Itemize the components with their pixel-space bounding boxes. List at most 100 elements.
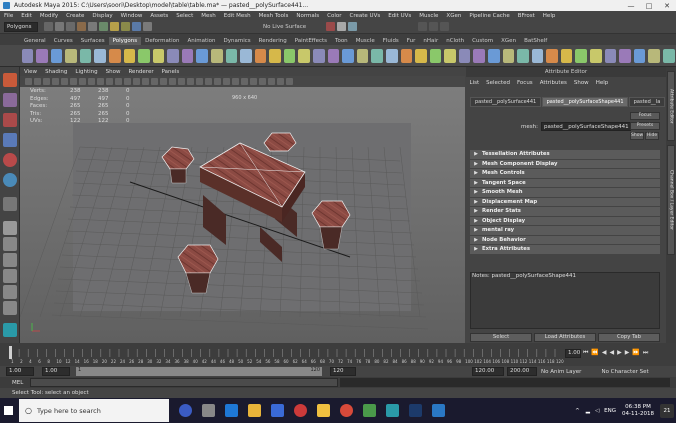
section-smooth-mesh[interactable]: ▶ Smooth Mesh — [470, 188, 660, 197]
section-mesh-controls[interactable]: ▶ Mesh Controls — [470, 169, 660, 178]
channel-box-toggle-icon[interactable] — [429, 22, 439, 31]
menu-item-create[interactable]: Create — [62, 13, 88, 19]
start-time-field[interactable]: 1.00 — [6, 367, 34, 376]
select-tool-icon[interactable] — [3, 73, 17, 87]
open-scene-icon[interactable] — [55, 22, 64, 31]
booleans-icon[interactable] — [240, 48, 252, 63]
smooth-shade-icon[interactable] — [151, 78, 158, 85]
xray-components-icon[interactable] — [259, 78, 266, 85]
section-mesh-component-display[interactable]: ▶ Mesh Component Display — [470, 159, 660, 168]
persp-graph-layout-icon[interactable] — [3, 285, 17, 299]
step-back-key-icon[interactable]: ⏪ — [591, 349, 598, 357]
network-icon[interactable]: ▂ — [586, 408, 590, 414]
sidebar-toggle-icon[interactable] — [418, 22, 428, 31]
auto-mapping-icon[interactable] — [604, 48, 617, 63]
reduce-icon[interactable] — [269, 48, 281, 63]
last-tool-icon[interactable] — [3, 197, 17, 211]
go-to-end-icon[interactable]: ⏭ — [643, 349, 648, 357]
merge-to-center-icon[interactable] — [444, 48, 456, 63]
isolate-select-icon[interactable] — [232, 78, 239, 85]
ae-menu-list[interactable]: List — [466, 80, 483, 86]
sculpt-icon[interactable] — [502, 48, 515, 63]
shelf-tab-curves[interactable]: Curves — [50, 37, 77, 45]
step-forward-frame-icon[interactable]: ▶ — [625, 349, 630, 357]
store-icon[interactable] — [271, 404, 284, 417]
shelf-tab-xgen[interactable]: XGen — [497, 37, 520, 45]
helix-icon[interactable] — [152, 48, 165, 63]
close-button[interactable]: ✕ — [658, 0, 676, 11]
focus-button[interactable]: Focus — [630, 112, 660, 120]
camera-attr-icon[interactable] — [34, 78, 41, 85]
menu-item-edit-uvs[interactable]: Edit UVs — [384, 13, 415, 19]
safe-action-icon[interactable] — [124, 78, 131, 85]
opera-icon[interactable] — [294, 404, 307, 417]
mirror-icon[interactable] — [546, 48, 558, 63]
shelf-tab-fluids[interactable]: Fluids — [379, 37, 403, 45]
fill-hole-icon[interactable] — [283, 48, 296, 63]
snap-point-icon[interactable] — [132, 22, 141, 31]
prism-icon[interactable] — [108, 48, 121, 63]
paint-select-tool-icon[interactable] — [3, 113, 17, 127]
side-tab-channel-box[interactable]: Channel Box / Layer Editor — [667, 145, 675, 255]
cylindrical-mapping-icon[interactable] — [575, 48, 588, 63]
language-indicator[interactable]: ENG — [604, 408, 616, 414]
field-chart-icon[interactable] — [115, 78, 122, 85]
select-component-icon[interactable] — [99, 22, 108, 31]
menu-item-create-uvs[interactable]: Create UVs — [346, 13, 385, 19]
viewport-menu-show[interactable]: Show — [102, 69, 125, 75]
shelf-tab-muscle[interactable]: Muscle — [352, 37, 379, 45]
menu-item-display[interactable]: Display — [88, 13, 116, 19]
play-backwards-icon[interactable]: ◀ — [610, 349, 615, 357]
cortana-icon[interactable] — [179, 404, 192, 417]
2d-pan-icon[interactable] — [61, 78, 68, 85]
extrude-icon[interactable] — [356, 48, 369, 63]
shelf-tab-fur[interactable]: Fur — [403, 37, 420, 45]
tray-chevron-icon[interactable]: ^ — [575, 408, 580, 414]
multisample-icon[interactable] — [214, 78, 221, 85]
clock[interactable]: 06:38 PM 04-11-2018 — [622, 404, 654, 418]
bridge-icon[interactable] — [371, 48, 383, 63]
shelf-tab-deformation[interactable]: Deformation — [141, 37, 183, 45]
textured-icon[interactable] — [169, 78, 176, 85]
mode-dropdown[interactable]: Polygons — [4, 21, 38, 32]
menu-item-modify[interactable]: Modify — [36, 13, 62, 19]
combine-icon[interactable] — [196, 48, 209, 63]
app-icon[interactable] — [363, 404, 376, 417]
side-tab-attribute-editor[interactable]: Attribute Editor — [667, 71, 675, 141]
exposure-icon[interactable] — [268, 78, 275, 85]
delete-edge-icon[interactable] — [429, 48, 442, 63]
persp-outliner-layout-icon[interactable] — [3, 269, 17, 283]
section-render-stats[interactable]: ▶ Render Stats — [470, 207, 660, 216]
menu-item-edit[interactable]: Edit — [17, 13, 36, 19]
show-button[interactable]: Show — [630, 132, 644, 140]
move-tool-icon[interactable] — [3, 133, 17, 147]
lasso-tool-icon[interactable] — [3, 93, 17, 107]
load-attributes-button[interactable]: Load Attributes — [534, 333, 596, 342]
render-settings-icon[interactable] — [348, 22, 358, 31]
notes-area[interactable] — [470, 272, 660, 329]
render-icon[interactable] — [326, 22, 336, 31]
section-mental-ray[interactable]: ▶ mental ray — [470, 226, 660, 235]
default-material-icon[interactable] — [160, 78, 167, 85]
use-all-lights-icon[interactable] — [178, 78, 185, 85]
play-forwards-icon[interactable]: ▶ — [617, 349, 622, 357]
ae-tab[interactable]: pasted__la — [628, 97, 665, 107]
file-explorer-icon[interactable] — [248, 404, 261, 417]
menu-item-mesh-tools[interactable]: Mesh Tools — [255, 13, 293, 19]
cone-icon[interactable] — [65, 48, 77, 63]
film-gate-icon[interactable] — [88, 78, 95, 85]
menu-item-muscie[interactable]: MuscIe — [415, 13, 442, 19]
step-forward-key-icon[interactable]: ⏩ — [632, 349, 639, 357]
edge-icon[interactable] — [225, 404, 238, 417]
split-icon[interactable] — [313, 48, 325, 63]
shelf-tab-custom[interactable]: Custom — [468, 37, 497, 45]
select-object-icon[interactable] — [88, 22, 97, 31]
collapse-icon[interactable] — [415, 48, 427, 63]
range-end-field[interactable]: 120 — [330, 367, 356, 376]
shelf-tab-nhair[interactable]: nHair — [419, 37, 442, 45]
menu-item-bfrost[interactable]: BFrost — [514, 13, 539, 19]
merge-icon[interactable] — [400, 48, 413, 63]
gamma-icon[interactable] — [277, 78, 284, 85]
shelf-tab-polygons[interactable]: Polygons — [108, 37, 142, 45]
viewport-menu-shading[interactable]: Shading — [41, 69, 71, 75]
